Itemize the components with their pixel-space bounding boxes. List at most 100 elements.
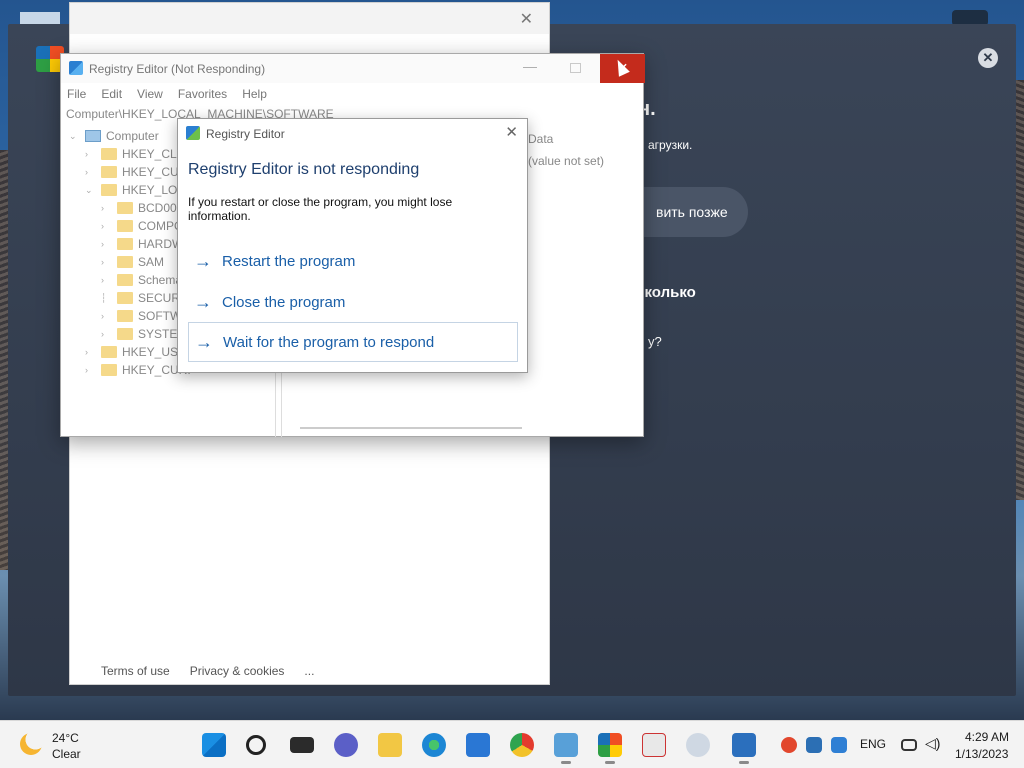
menu-file[interactable]: File	[67, 87, 86, 101]
more-options-link[interactable]: ...	[304, 664, 314, 678]
store-icon[interactable]	[466, 733, 490, 757]
task-view-icon[interactable]	[290, 737, 314, 753]
control-panel-icon[interactable]	[554, 733, 578, 764]
folder-icon	[101, 346, 117, 358]
folder-icon	[101, 184, 117, 196]
computer-icon	[85, 130, 101, 142]
regedit-icon[interactable]	[732, 733, 756, 764]
tree-item-computer[interactable]: ⌄ Computer	[69, 127, 159, 145]
ms-close-icon[interactable]: ✕	[520, 9, 533, 29]
chevron-right-icon[interactable]: ›	[101, 221, 113, 231]
horizontal-scrollbar[interactable]	[300, 427, 522, 429]
folder-icon	[117, 328, 133, 340]
avg-icon[interactable]	[598, 733, 622, 764]
menu-view[interactable]: View	[137, 87, 163, 101]
maximize-button[interactable]	[570, 63, 581, 73]
data-column-header[interactable]: Data	[528, 132, 553, 146]
wait-for-program-option[interactable]: → Wait for the program to respond	[188, 322, 518, 362]
tree-item[interactable]: › HKEY_CUR	[85, 163, 187, 181]
dialog-heading: Registry Editor is not responding	[188, 161, 420, 178]
chevron-right-icon[interactable]: ›	[85, 149, 97, 159]
chevron-right-icon[interactable]: ›	[101, 329, 113, 339]
chat-icon[interactable]	[334, 733, 358, 757]
chevron-right-icon[interactable]: ›	[85, 347, 97, 357]
chrome-icon[interactable]	[510, 733, 534, 757]
utility-icon[interactable]	[686, 733, 710, 757]
folder-icon	[117, 256, 133, 268]
regedit-menubar: File Edit View Favorites Help	[67, 87, 267, 101]
tray-ie-icon[interactable]	[831, 737, 847, 753]
arrow-right-icon: →	[194, 291, 212, 312]
chevron-right-icon[interactable]: ›	[85, 365, 97, 375]
desktop-icon[interactable]	[20, 12, 60, 24]
file-explorer-icon[interactable]	[378, 733, 402, 757]
chevron-down-icon[interactable]: ⌄	[85, 185, 97, 196]
default-value-data: (value not set)	[528, 154, 605, 168]
weather-condition[interactable]: Clear	[52, 747, 81, 761]
tray-avg-icon[interactable]	[781, 737, 797, 753]
chevron-right-icon[interactable]: ›	[101, 203, 113, 213]
weather-temperature[interactable]: 24°C	[52, 731, 79, 745]
language-indicator[interactable]: ENG	[860, 737, 886, 751]
folder-icon	[117, 238, 133, 250]
chevron-down-icon[interactable]: ⌄	[69, 131, 81, 142]
folder-icon	[101, 166, 117, 178]
ms-footer: Terms of use Privacy & cookies ...	[101, 664, 314, 678]
tree-line-icon: ┆	[101, 292, 107, 303]
tray-shield-icon[interactable]	[806, 737, 822, 753]
tree-item-selected[interactable]: › SOFTWA	[101, 307, 189, 325]
dialog-close-icon[interactable]: ✕	[505, 123, 518, 141]
ms-titlebar	[70, 3, 549, 34]
menu-help[interactable]: Help	[242, 87, 267, 101]
folder-icon	[101, 148, 117, 160]
folder-icon	[117, 220, 133, 232]
regedit-app-icon	[69, 61, 83, 75]
network-icon[interactable]	[901, 739, 917, 751]
tree-item[interactable]: › SAM	[101, 253, 164, 271]
tree-item-label: Computer	[106, 129, 159, 143]
close-program-option[interactable]: → Close the program	[188, 282, 518, 322]
arrow-right-icon: →	[195, 331, 213, 352]
app-icon[interactable]	[642, 733, 666, 757]
edge-icon[interactable]	[422, 733, 446, 757]
privacy-link[interactable]: Privacy & cookies	[190, 664, 285, 678]
option-label: Restart the program	[222, 252, 356, 270]
chevron-right-icon[interactable]: ›	[101, 257, 113, 267]
tree-item[interactable]: › HKEY_CURI	[85, 361, 191, 379]
volume-icon[interactable]: ◁)	[925, 735, 940, 752]
weather-moon-icon[interactable]	[20, 733, 42, 755]
menu-favorites[interactable]: Favorites	[178, 87, 227, 101]
avg-subtext: агрузки.	[648, 138, 693, 152]
tree-item[interactable]: › SYSTEM	[101, 325, 187, 343]
regedit-dialog-icon	[186, 126, 200, 140]
option-label: Close the program	[222, 293, 346, 311]
avg-close-button[interactable]: ✕	[978, 48, 998, 68]
tree-item[interactable]: › Schema	[101, 271, 182, 289]
clock-time[interactable]: 4:29 AM	[965, 730, 1009, 744]
restart-program-option[interactable]: → Restart the program	[188, 241, 518, 281]
dialog-description: If you restart or close the program, you…	[188, 195, 453, 223]
taskbar: 24°C Clear ENG ◁) 4:29 AM 1/13/2023	[0, 720, 1024, 768]
chevron-right-icon[interactable]: ›	[101, 311, 113, 321]
tree-item-label: Schema	[138, 273, 183, 287]
terms-link[interactable]: Terms of use	[101, 664, 170, 678]
clock-date[interactable]: 1/13/2023	[955, 747, 1008, 761]
regedit-titlebar[interactable]: Registry Editor (Not Responding) — ✕	[61, 54, 645, 83]
menu-edit[interactable]: Edit	[101, 87, 122, 101]
tree-item[interactable]: › HARDW	[101, 235, 183, 253]
regedit-title: Registry Editor (Not Responding)	[89, 62, 266, 76]
chevron-right-icon[interactable]: ›	[101, 239, 113, 249]
start-icon[interactable]	[202, 733, 226, 757]
folder-icon	[117, 274, 133, 286]
search-icon[interactable]	[246, 735, 266, 755]
chevron-right-icon[interactable]: ›	[101, 275, 113, 285]
folder-icon	[117, 310, 133, 322]
not-responding-dialog: Registry Editor ✕ Registry Editor is not…	[177, 118, 528, 373]
minimize-button[interactable]: —	[523, 58, 541, 74]
folder-icon	[117, 202, 133, 214]
folder-icon	[101, 364, 117, 376]
avg-question: y?	[648, 334, 662, 349]
chevron-right-icon[interactable]: ›	[85, 167, 97, 177]
tree-item[interactable]: › COMPO	[101, 217, 183, 235]
tree-item-label: SAM	[138, 255, 165, 269]
